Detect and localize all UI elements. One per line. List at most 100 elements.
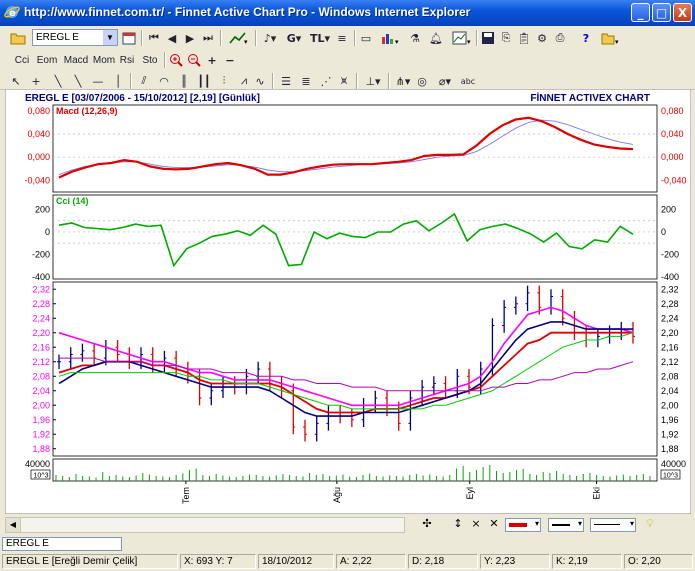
price-ytick-right: 2,16 bbox=[661, 342, 679, 352]
save-icon[interactable] bbox=[480, 29, 496, 47]
wave-icon[interactable]: ∿ bbox=[252, 72, 268, 90]
axis-tool-icon[interactable]: ⊥▾ bbox=[362, 72, 384, 90]
folder-dropdown-icon[interactable]: ▾ bbox=[598, 29, 624, 47]
indicator-icon[interactable]: ⚗ bbox=[406, 29, 424, 47]
crosshair-icon[interactable]: + bbox=[28, 72, 44, 90]
chart-window-icon[interactable]: ▾ bbox=[450, 29, 474, 47]
svg-text:▾: ▾ bbox=[467, 38, 471, 45]
target-icon[interactable]: ◎ bbox=[414, 72, 430, 90]
status-low: D: 2,18 bbox=[408, 554, 478, 569]
indicator-button-cci[interactable]: Cci bbox=[12, 51, 32, 69]
previous-icon[interactable]: ◀ bbox=[164, 29, 180, 47]
trend-line-icon[interactable]: ╲ bbox=[50, 72, 66, 90]
line-chart-tool-icon[interactable]: ▾ bbox=[226, 29, 252, 47]
cci-ytick-right: -200 bbox=[661, 249, 679, 259]
line-color-select[interactable]: ▾ bbox=[505, 518, 541, 532]
regression-icon[interactable]: ⩘ bbox=[236, 72, 252, 90]
open-folder-icon[interactable] bbox=[8, 29, 28, 47]
price-ytick-right: 2,32 bbox=[661, 284, 679, 294]
zoom-in-icon[interactable] bbox=[168, 51, 184, 69]
alarm-bell-icon[interactable]: 🔔︎ bbox=[426, 29, 446, 47]
price-ytick-left: 2,32 bbox=[32, 284, 50, 294]
maximize-button[interactable]: □ bbox=[652, 3, 671, 22]
settings-icon[interactable]: ⚙ bbox=[534, 29, 550, 47]
chart-panel bbox=[52, 104, 658, 193]
move-icon[interactable]: ✣ bbox=[412, 517, 442, 533]
volume-ytick-right: 40000 bbox=[661, 459, 686, 469]
vertical-line-icon[interactable]: │ bbox=[110, 72, 126, 90]
lightbulb-icon[interactable]: 💡︎ bbox=[642, 517, 658, 533]
horizontal-line-icon[interactable]: — bbox=[90, 72, 106, 90]
price-ytick-right: 1,88 bbox=[661, 444, 679, 454]
svg-text:▾: ▾ bbox=[244, 38, 248, 45]
symbol-combo[interactable]: EREGL E ▼ bbox=[32, 29, 118, 46]
svg-text:▾: ▾ bbox=[395, 38, 399, 45]
paste-icon[interactable]: 📋︎ bbox=[516, 29, 532, 47]
speed-lines-icon[interactable]: ⫶ bbox=[216, 72, 232, 90]
price-ytick-right: 2,00 bbox=[661, 400, 679, 410]
comment-icon[interactable]: ▭ bbox=[358, 29, 374, 47]
next-icon[interactable]: ▶ bbox=[182, 29, 198, 47]
price-ytick-right: 2,04 bbox=[661, 386, 679, 396]
scroll-left-icon[interactable]: ◀ bbox=[6, 518, 21, 532]
gann-icon[interactable]: ⩙ bbox=[336, 72, 352, 90]
pitchfork-icon[interactable]: ⋔▾ bbox=[392, 72, 414, 90]
color-swatch bbox=[509, 523, 527, 527]
resize-vertical-icon[interactable]: ↕ bbox=[450, 517, 466, 533]
fan-icon[interactable]: ⋰ bbox=[318, 72, 334, 90]
zoom-out-icon[interactable] bbox=[186, 51, 202, 69]
ray-line-icon[interactable]: ╲ bbox=[70, 72, 86, 90]
volume-ytick-left: 40000 bbox=[25, 459, 50, 469]
print-icon[interactable]: ⎙ bbox=[552, 29, 568, 47]
calendar-icon[interactable] bbox=[120, 29, 138, 47]
indicator-button-mom[interactable]: Mom bbox=[92, 51, 116, 69]
price-ytick-right: 2,24 bbox=[661, 313, 679, 323]
channel-icon[interactable]: ⫽ bbox=[136, 72, 152, 90]
cycle-lines-icon[interactable]: ┃┃ bbox=[196, 72, 212, 90]
minus-icon[interactable]: − bbox=[222, 51, 238, 69]
bar-chart-icon[interactable]: ▾ bbox=[378, 29, 404, 47]
minimize-button[interactable]: _ bbox=[631, 3, 650, 22]
indicator-button-eom[interactable]: Eom bbox=[35, 51, 59, 69]
first-record-icon[interactable]: ⏮ bbox=[146, 29, 162, 47]
fibonacci-time-icon[interactable]: ║ bbox=[176, 72, 192, 90]
main-toolbar: EREGL E ▼ ⏮ ◀ ▶ ⏭ ▾ ♪▾ G ▾ TL ▾ ≡ ▭ ▾ ⚗ 🔔︎… bbox=[0, 26, 695, 49]
chart-area[interactable]: EREGL E [03/07/2006 - 15/10/2012] [2,19]… bbox=[5, 89, 691, 514]
cci-ytick-left: -400 bbox=[32, 272, 50, 282]
line-style-select[interactable]: ▾ bbox=[590, 518, 636, 532]
drawing-toolbar: ↖ + ╲ ╲ — │ ⫽ ◠ ║ ┃┃ ⫶ ⩘ ∿ ☰ ≣ ⋰ ⩙ ⊥▾ ⋔▾… bbox=[0, 69, 695, 90]
delete-icon[interactable]: ✕ bbox=[486, 517, 502, 533]
x-axis-tick-label: Tem bbox=[181, 487, 191, 504]
price-ytick-right: 1,92 bbox=[661, 429, 679, 439]
price-ytick-left: 2,20 bbox=[32, 328, 50, 338]
chevron-down-icon[interactable]: ▼ bbox=[103, 30, 117, 45]
indicator-button-rsi[interactable]: Rsi bbox=[118, 51, 136, 69]
macd-ytick-left: -0,040 bbox=[24, 175, 50, 185]
currency-button[interactable]: TL ▾ bbox=[308, 29, 332, 47]
symbol-field[interactable]: EREGL E bbox=[2, 537, 122, 551]
line-width-select[interactable]: ▾ bbox=[548, 518, 584, 532]
indicator-button-sto[interactable]: Sto bbox=[140, 51, 160, 69]
erase-icon[interactable]: ⌀▾ bbox=[434, 72, 456, 90]
close-button[interactable]: X bbox=[673, 3, 692, 22]
price-ytick-right: 2,28 bbox=[661, 299, 679, 309]
period-icon[interactable]: ♪▾ bbox=[260, 29, 280, 47]
g-period-button[interactable]: G ▾ bbox=[284, 29, 304, 47]
indicator-button-macd[interactable]: Macd bbox=[62, 51, 90, 69]
fibonacci-arc-icon[interactable]: ◠ bbox=[156, 72, 172, 90]
macd-ytick-right: -0,040 bbox=[661, 175, 687, 185]
list-icon[interactable]: ≡ bbox=[334, 29, 350, 47]
horizontal-scrollbar[interactable]: ◀ bbox=[5, 517, 405, 533]
copy-icon[interactable]: ⎘ bbox=[498, 29, 514, 47]
retracement-icon[interactable]: ☰ bbox=[278, 72, 294, 90]
plus-icon[interactable]: + bbox=[204, 51, 220, 69]
macd-ytick-left: 0,000 bbox=[27, 152, 50, 162]
last-record-icon[interactable]: ⏭ bbox=[200, 29, 216, 47]
text-tool-icon[interactable]: abc bbox=[458, 72, 478, 90]
pointer-icon[interactable]: ↖ bbox=[8, 72, 24, 90]
price-ytick-left: 2,04 bbox=[32, 386, 50, 396]
remove-icon[interactable]: × bbox=[468, 517, 484, 533]
line-style-sample bbox=[594, 524, 620, 525]
levels-icon[interactable]: ≣ bbox=[298, 72, 314, 90]
help-icon[interactable]: ? bbox=[578, 29, 594, 47]
